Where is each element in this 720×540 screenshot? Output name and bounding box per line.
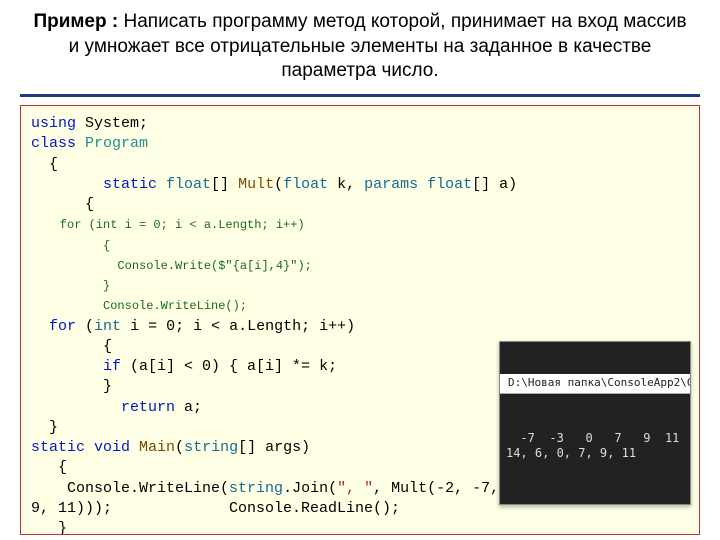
txt-args: [] args) [238, 439, 310, 456]
kw-void: void [85, 439, 130, 456]
txt-for-rest: i = 0; i < a.Length; i++) [121, 318, 355, 335]
txt-return-a: a; [175, 399, 202, 416]
txt-brack: [] [211, 176, 238, 193]
txt-k: k, [328, 176, 364, 193]
kw-using: using [31, 115, 76, 132]
type-int: int [94, 318, 121, 335]
cls-program: Program [76, 135, 148, 152]
title-text: Написать программу метод которой, приним… [69, 11, 687, 81]
brace-open-for: { [31, 338, 112, 355]
console-line1: -7 -3 0 7 9 11 [506, 431, 679, 445]
type-params: params float [364, 176, 472, 193]
for-small: for (int i = 0; i < a.Length; i++) [31, 218, 305, 232]
type-string2: string [229, 480, 283, 497]
brace-close-mult: } [31, 419, 58, 436]
console-titlebar: D:\Новая папка\ConsoleApp2\Co [500, 374, 690, 394]
type-float: float [157, 176, 211, 193]
method-main: Main [130, 439, 175, 456]
txt-open: ( [274, 176, 283, 193]
console-output: -7 -3 0 7 9 11 14, 6, 0, 7, 9, 11 [500, 427, 690, 472]
brace-open-class: { [31, 156, 58, 173]
txt-join: .Join( [283, 480, 337, 497]
console-writeline-small: Console.WriteLine(); [31, 299, 247, 313]
str-comma: ", " [337, 480, 373, 497]
txt-system: System; [76, 115, 148, 132]
console-window: D:\Новая папка\ConsoleApp2\Co -7 -3 0 7 … [499, 341, 691, 505]
brace-close-if: } [31, 378, 112, 395]
type-string: string [184, 439, 238, 456]
kw-if: if [103, 358, 121, 375]
txt-main-open: ( [175, 439, 184, 456]
txt-if-rest: (a[i] < 0) { a[i] *= k; [121, 358, 337, 375]
kw-for: for [49, 318, 76, 335]
brace-open-main: { [31, 459, 67, 476]
console-title-path: D:\Новая папка\ConsoleApp2\Co [508, 376, 690, 391]
console-write-small: Console.Write($"{a[i],4}"); [31, 259, 312, 273]
txt-mult-call2: 9, 11))); Console.ReadLine(); [31, 500, 400, 517]
kw-return: return [121, 399, 175, 416]
kw-static2: static [31, 439, 85, 456]
type-float2: float [283, 176, 328, 193]
title-underline [20, 94, 700, 97]
kw-class: class [31, 135, 76, 152]
code-block: using System; class Program { static flo… [20, 105, 700, 535]
slide-title: Пример : Написать программу метод которо… [0, 0, 720, 90]
method-mult: Mult [238, 176, 274, 193]
kw-static: static [103, 176, 157, 193]
brace-open-small: { [31, 239, 110, 253]
txt-cw: Console.WriteLine( [31, 480, 229, 497]
txt-a: [] a) [472, 176, 517, 193]
brace-close-small: } [31, 279, 110, 293]
txt-for-open: ( [76, 318, 94, 335]
brace-open-mult: { [31, 196, 94, 213]
console-line2: 14, 6, 0, 7, 9, 11 [506, 446, 636, 460]
brace-close-main: } [31, 520, 67, 535]
title-label: Пример : [33, 11, 118, 32]
